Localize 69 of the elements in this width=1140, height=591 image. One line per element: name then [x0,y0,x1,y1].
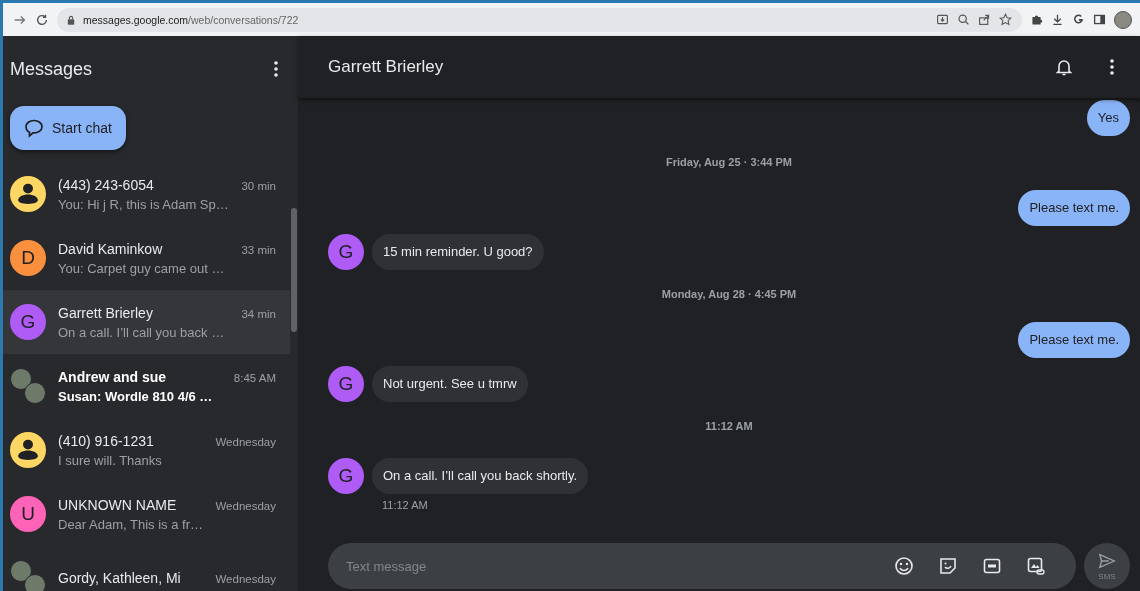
sent-message: Yes [1086,100,1130,136]
message-field[interactable]: Text message [328,543,1076,589]
more-options-icon[interactable] [274,61,278,77]
star-icon[interactable] [999,13,1012,26]
message-preview: You: Carpet guy came out … [58,260,226,276]
date-separator: Friday, Aug 25 · 3:44 PM [666,156,792,168]
conversation-item[interactable]: Gordy, Kathleen, Mi Wednesday [3,546,290,591]
install-icon[interactable] [936,13,949,26]
zoom-icon[interactable] [957,13,970,26]
chat-bubble-icon [24,118,44,138]
download-icon[interactable] [1051,13,1064,26]
scrollbar[interactable] [291,208,297,332]
timestamp: 30 min [241,179,276,192]
contact-name: (443) 243-6054 [58,176,154,193]
received-message: Not urgent. See u tmrw [372,366,528,402]
contact-avatar: G [328,234,364,270]
contact-avatar: G [328,366,364,402]
message-preview: You: Hi j R, this is Adam Sp… [58,196,230,212]
message-preview: I sure will. Thanks [58,452,163,468]
timestamp: Wednesday [215,573,276,585]
conversation-item[interactable]: Andrew and sue 8:45 AM Susan: Wordle 810 4/6 … [3,354,290,418]
contact-avatar: U [10,496,46,532]
message-preview: Susan: Wordle 810 4/6 … [58,388,214,404]
lock-icon [67,14,75,25]
conversation-item[interactable]: G Garrett Brierley 34 min On a call. I’ll call you back … [3,290,290,354]
received-message: 15 min reminder. U good? [372,234,544,270]
url-text: messages.google.com/web/conversations/722 [83,13,299,26]
conversation-item[interactable]: (443) 243-6054 30 min You: Hi j R, this is Adam Sp… [3,162,290,226]
contact-avatar: G [328,458,364,494]
profile-avatar[interactable] [1114,10,1132,29]
reload-icon[interactable] [35,12,49,27]
contact-name: Garrett Brierley [58,304,153,321]
timestamp: 34 min [241,307,276,320]
side-panel-icon[interactable] [1093,13,1106,26]
sent-message: Please text me. [1018,322,1130,358]
conversation-item[interactable]: U UNKNOWN NAME Wednesday Dear Adam, This is a fr… [3,482,290,546]
share-icon[interactable] [978,13,991,26]
message-time: 11:12 AM [381,499,429,511]
emoji-icon[interactable] [894,556,914,576]
contact-name: Gordy, Kathleen, Mi [58,570,181,586]
contact-name: UNKNOWN NAME [58,496,177,513]
received-message: On a call. I’ll call you back shortly. [372,458,589,494]
timestamp: Wednesday [215,435,276,448]
more-options-icon[interactable] [1110,59,1114,75]
contact-name: Andrew and sue [58,368,167,385]
send-icon [1098,551,1116,570]
date-separator: 11:12 AM [705,420,753,432]
contact-name: David Kaminkow [58,240,163,257]
contact-name: Garrett Brierley [328,57,444,77]
conversation-item[interactable]: (410) 916-1231 Wednesday I sure will. Thanks [3,418,290,482]
bell-icon[interactable] [1054,57,1074,77]
message-input[interactable]: Text message [344,557,870,575]
message-preview: Dear Adam, This is a fr… [58,516,204,532]
contact-name: (410) 916-1231 [58,432,154,449]
contact-avatar: D [10,240,46,276]
start-chat-button[interactable]: Start chat [10,106,126,150]
sticker-icon[interactable] [938,556,958,576]
date-separator: Monday, Aug 28 · 4:45 PM [661,288,797,300]
g-logo-icon[interactable] [1072,13,1085,26]
sent-message: Please text me. [1018,190,1130,226]
message-preview: On a call. I’ll call you back … [58,324,226,340]
contact-avatar: G [10,304,46,340]
app-title: Messages [10,58,93,80]
timestamp: 8:45 AM [233,371,276,384]
timestamp: Wednesday [215,499,276,512]
address-bar[interactable]: messages.google.com/web/conversations/722 [57,7,1022,32]
timestamp: 33 min [241,243,276,256]
conversation-item[interactable]: D David Kaminkow 33 min You: Carpet guy came out … [3,226,290,290]
image-attach-icon[interactable] [1026,556,1046,576]
